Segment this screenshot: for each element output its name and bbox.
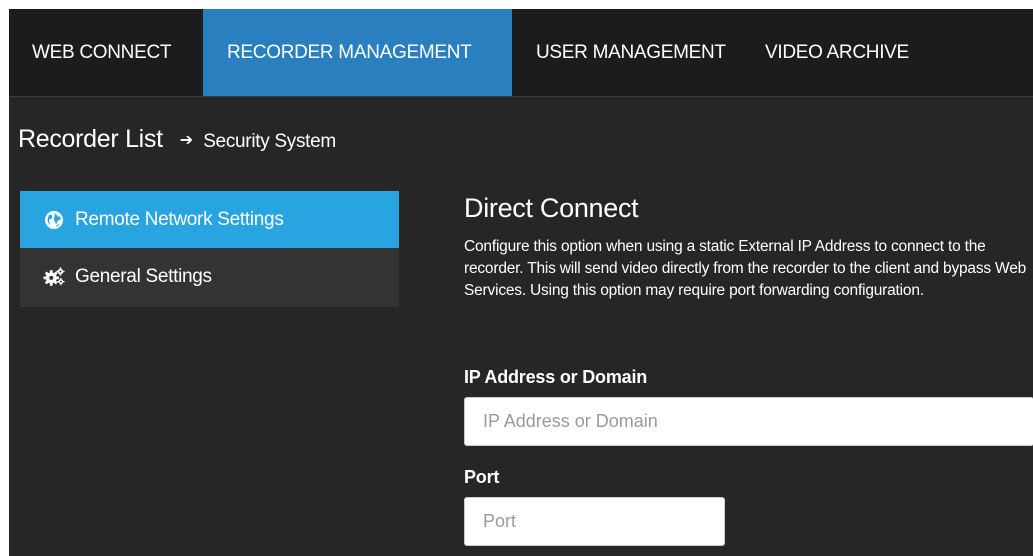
- port-input[interactable]: [464, 497, 725, 546]
- settings-sidebar: Remote Network Settings General Settings: [20, 191, 399, 307]
- tab-recorder-management[interactable]: RECORDER MANAGEMENT: [203, 9, 512, 96]
- breadcrumb: Recorder List ➔ Security System: [18, 125, 336, 154]
- main-content: Direct Connect Configure this option whe…: [464, 192, 1033, 302]
- ip-address-input[interactable]: [464, 397, 1033, 446]
- tab-web-connect[interactable]: WEB CONNECT: [9, 9, 203, 96]
- app-window: WEB CONNECT RECORDER MANAGEMENT USER MAN…: [0, 0, 1033, 556]
- sidebar-item-label: Remote Network Settings: [75, 208, 284, 230]
- sidebar-item-label: General Settings: [75, 265, 212, 287]
- ip-address-label: IP Address or Domain: [464, 367, 648, 387]
- tab-user-management[interactable]: USER MANAGEMENT: [512, 9, 744, 96]
- sidebar-item-remote-network-settings[interactable]: Remote Network Settings: [20, 191, 399, 248]
- section-title: Direct Connect: [464, 193, 639, 223]
- gears-icon: [43, 266, 65, 288]
- globe-icon: [43, 209, 65, 231]
- top-navigation: WEB CONNECT RECORDER MANAGEMENT USER MAN…: [9, 9, 1033, 97]
- breadcrumb-recorder-list-link[interactable]: Recorder List: [18, 125, 163, 154]
- tab-video-archive[interactable]: VIDEO ARCHIVE: [744, 9, 964, 96]
- breadcrumb-current: Security System: [203, 131, 336, 152]
- sidebar-item-general-settings[interactable]: General Settings: [20, 248, 399, 305]
- arrow-right-icon: ➔: [179, 132, 194, 149]
- section-description: Configure this option when using a stati…: [464, 238, 1027, 299]
- port-label: Port: [464, 467, 500, 487]
